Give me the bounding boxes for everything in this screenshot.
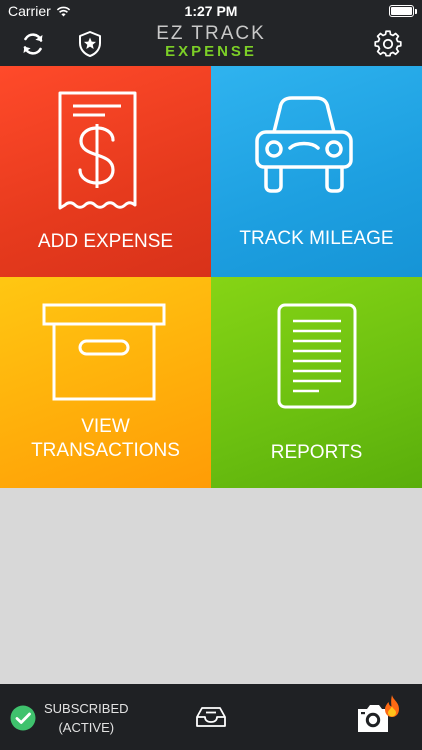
logo-line-2: EXPENSE (165, 43, 257, 60)
battery-icon (389, 5, 417, 17)
top-nav-bar: EZ TRACK EXPENSE (0, 22, 422, 66)
reports-label: REPORTS (270, 442, 363, 463)
status-bar: Carrier 1:27 PM (0, 0, 422, 22)
view-transactions-label: VIEW TRANSACTIONS (0, 415, 211, 463)
content-area (0, 488, 422, 684)
settings-button[interactable] (370, 26, 406, 62)
receipt-camera-button[interactable] (354, 695, 404, 736)
inbox-icon (196, 707, 226, 727)
subscription-text: SUBSCRIBED (ACTIVE) (44, 699, 129, 737)
status-time: 1:27 PM (184, 3, 238, 19)
inbox-button[interactable] (192, 702, 230, 732)
receipt-dollar-icon (58, 91, 137, 210)
fire-icon (385, 695, 399, 717)
gear-icon (374, 30, 402, 57)
car-icon (255, 96, 353, 193)
app-logo: EZ TRACK EXPENSE (0, 24, 422, 59)
view-transactions-tile[interactable]: VIEW TRANSACTIONS (0, 277, 211, 488)
subscription-state: (ACTIVE) (58, 720, 115, 735)
view-transactions-label-line-2: TRANSACTIONS (31, 440, 180, 461)
view-transactions-label-line-1: VIEW (81, 416, 130, 437)
document-icon (277, 303, 357, 409)
track-mileage-tile[interactable]: TRACK MILEAGE (211, 66, 422, 277)
archive-box-icon (42, 303, 166, 401)
bottom-toolbar: SUBSCRIBED (ACTIVE) (0, 684, 422, 750)
subscription-label: SUBSCRIBED (44, 701, 129, 716)
reports-tile[interactable]: REPORTS (211, 277, 422, 488)
add-expense-label: ADD EXPENSE (37, 231, 174, 252)
logo-line-1: EZ TRACK (156, 23, 266, 44)
add-expense-tile[interactable]: ADD EXPENSE (0, 66, 211, 277)
track-mileage-label: TRACK MILEAGE (239, 228, 394, 249)
subscription-status[interactable]: SUBSCRIBED (ACTIVE) (10, 699, 129, 737)
check-circle-icon (10, 705, 36, 731)
